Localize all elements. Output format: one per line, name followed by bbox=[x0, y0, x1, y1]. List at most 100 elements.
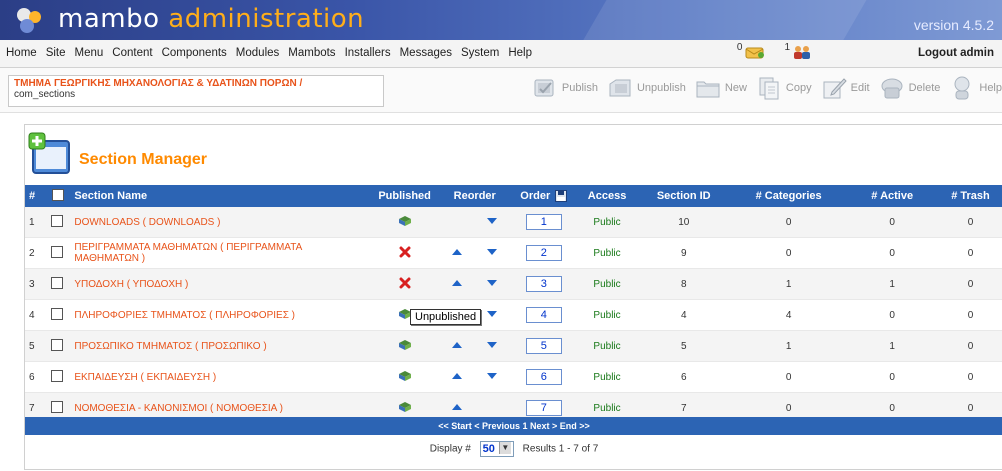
app-title-main: mambo bbox=[58, 4, 160, 34]
access-link[interactable]: Public bbox=[593, 372, 620, 383]
order-input[interactable]: 3 bbox=[525, 276, 562, 292]
published-icon[interactable] bbox=[398, 215, 412, 230]
menu-item-home[interactable]: Home bbox=[6, 47, 37, 59]
row-checkbox[interactable] bbox=[50, 369, 63, 382]
row-checkbox[interactable] bbox=[50, 307, 63, 320]
row-checkbox[interactable] bbox=[50, 214, 63, 227]
section-name-link[interactable]: DOWNLOADS ( DOWNLOADS ) bbox=[74, 217, 220, 228]
menu-item-help[interactable]: Help bbox=[508, 47, 532, 59]
section-name-link[interactable]: ΠΛΗΡΟΦΟΡΙΕΣ ΤΜΗΜΑΤΟΣ ( ΠΛΗΡΟΦΟΡΙΕΣ ) bbox=[74, 310, 295, 321]
move-down-icon[interactable] bbox=[486, 341, 498, 352]
menu-item-site[interactable]: Site bbox=[46, 47, 66, 59]
move-up-icon[interactable] bbox=[451, 403, 463, 414]
row-checkbox-cell[interactable] bbox=[46, 330, 71, 362]
published-cell[interactable] bbox=[369, 330, 440, 362]
row-checkbox-cell[interactable] bbox=[46, 237, 71, 269]
menu-item-messages[interactable]: Messages bbox=[400, 47, 452, 59]
access-link[interactable]: Public bbox=[593, 217, 620, 228]
breadcrumb-component: com_sections bbox=[14, 89, 76, 100]
published-cell[interactable] bbox=[369, 268, 440, 300]
reorder-down-cell[interactable] bbox=[474, 330, 511, 362]
order-input[interactable]: 5 bbox=[525, 338, 562, 354]
row-checkbox[interactable] bbox=[50, 276, 63, 289]
reorder-up-cell[interactable] bbox=[439, 361, 475, 393]
save-order-icon[interactable] bbox=[555, 190, 568, 203]
access-link[interactable]: Public bbox=[593, 341, 620, 352]
move-down-icon[interactable] bbox=[486, 372, 498, 383]
published-cell[interactable] bbox=[369, 361, 440, 393]
unpublished-icon[interactable] bbox=[399, 277, 411, 292]
published-icon[interactable] bbox=[398, 339, 412, 354]
row-checkbox-cell[interactable] bbox=[46, 361, 71, 393]
col-section-name[interactable]: Section Name bbox=[70, 185, 370, 207]
row-checkbox[interactable] bbox=[50, 400, 63, 413]
copy-button[interactable]: Copy bbox=[755, 74, 812, 102]
unpublish-button[interactable]: Unpublish bbox=[606, 74, 686, 102]
order-input[interactable]: 2 bbox=[525, 245, 562, 261]
move-up-icon[interactable] bbox=[451, 372, 463, 383]
move-down-icon[interactable] bbox=[486, 279, 498, 290]
move-down-icon[interactable] bbox=[486, 248, 498, 259]
unpublished-icon[interactable] bbox=[399, 246, 411, 261]
col-published[interactable]: Published bbox=[369, 185, 440, 207]
section-name-link[interactable]: ΠΡΟΣΩΠΙΚΟ ΤΜΗΜΑΤΟΣ ( ΠΡΟΣΩΠΙΚΟ ) bbox=[74, 341, 266, 352]
col-select-all[interactable] bbox=[46, 185, 71, 207]
reorder-up-cell[interactable] bbox=[439, 330, 475, 362]
menu-item-menu[interactable]: Menu bbox=[75, 47, 104, 59]
access-link[interactable]: Public bbox=[593, 248, 620, 259]
access-link[interactable]: Public bbox=[593, 310, 620, 321]
move-up-icon[interactable] bbox=[451, 279, 463, 290]
move-up-icon[interactable] bbox=[451, 341, 463, 352]
order-input[interactable]: 7 bbox=[525, 400, 562, 416]
publish-button[interactable]: Publish bbox=[531, 74, 598, 102]
select-all-checkbox[interactable] bbox=[52, 188, 65, 201]
row-checkbox-cell[interactable] bbox=[46, 299, 71, 331]
messages-indicator[interactable]: 0 bbox=[737, 42, 767, 60]
row-checkbox-cell[interactable] bbox=[46, 268, 71, 300]
logout-link[interactable]: Logout admin bbox=[918, 47, 994, 59]
row-checkbox[interactable] bbox=[50, 338, 63, 351]
display-limit-select[interactable]: 50 ▼ bbox=[479, 441, 514, 457]
menu-item-content[interactable]: Content bbox=[112, 47, 152, 59]
menu-item-installers[interactable]: Installers bbox=[345, 47, 391, 59]
published-icon[interactable] bbox=[398, 401, 412, 416]
breadcrumb-site[interactable]: ΤΜΗΜΑ ΓΕΩΡΓΙΚΗΣ ΜΗΧΑΝΟΛΟΓΙΑΣ & ΥΔΑΤΙΝΩΝ … bbox=[14, 78, 378, 89]
reorder-down-cell[interactable] bbox=[474, 207, 511, 238]
menu-item-components[interactable]: Components bbox=[162, 47, 227, 59]
published-cell[interactable] bbox=[369, 207, 440, 238]
col-section-id[interactable]: Section ID bbox=[636, 185, 731, 207]
access-link[interactable]: Public bbox=[593, 403, 620, 414]
section-name-link[interactable]: ΠΕΡΙΓΡΑΜΜΑΤΑ ΜΑΘΗΜΑΤΩΝ ( ΠΕΡΙΓΡΑΜΜΑΤΑ ΜΑ… bbox=[74, 242, 301, 264]
menu-item-system[interactable]: System bbox=[461, 47, 499, 59]
row-checkbox[interactable] bbox=[50, 245, 63, 258]
section-name-link[interactable]: ΕΚΠΑΙΔΕΥΣΗ ( ΕΚΠΑΙΔΕΥΣΗ ) bbox=[74, 372, 216, 383]
delete-button[interactable]: Delete bbox=[878, 74, 940, 102]
move-down-icon[interactable] bbox=[486, 310, 498, 321]
edit-label: Edit bbox=[850, 82, 870, 94]
reorder-down-cell[interactable] bbox=[474, 268, 511, 300]
section-name-link[interactable]: ΝΟΜΟΘΕΣΙΑ - ΚΑΝΟΝΙΣΜΟΙ ( ΝΟΜΟΘΕΣΙΑ ) bbox=[74, 403, 283, 414]
edit-button[interactable]: Edit bbox=[820, 74, 870, 102]
order-input[interactable]: 1 bbox=[525, 214, 562, 230]
reorder-up-cell[interactable] bbox=[439, 268, 475, 300]
pagination-bar[interactable]: << Start < Previous 1 Next > End >> bbox=[25, 417, 1002, 435]
published-cell[interactable] bbox=[369, 237, 440, 269]
access-link[interactable]: Public bbox=[593, 279, 620, 290]
section-name-link[interactable]: ΥΠΟΔΟΧΗ ( ΥΠΟΔΟΧΗ ) bbox=[74, 279, 188, 290]
row-checkbox-cell[interactable] bbox=[46, 207, 71, 238]
reorder-down-cell[interactable] bbox=[474, 361, 511, 393]
reorder-down-cell[interactable] bbox=[474, 237, 511, 269]
menu-item-modules[interactable]: Modules bbox=[236, 47, 279, 59]
move-down-icon[interactable] bbox=[486, 217, 498, 228]
col-access[interactable]: Access bbox=[577, 185, 637, 207]
new-button[interactable]: New bbox=[694, 74, 747, 102]
order-input[interactable]: 4 bbox=[525, 307, 562, 323]
order-input[interactable]: 6 bbox=[525, 369, 562, 385]
online-users-indicator[interactable]: 1 bbox=[784, 42, 812, 60]
menu-item-mambots[interactable]: Mambots bbox=[288, 47, 335, 59]
categories-count: 0 bbox=[730, 207, 847, 238]
move-up-icon[interactable] bbox=[451, 248, 463, 259]
reorder-up-cell[interactable] bbox=[439, 237, 475, 269]
published-icon[interactable] bbox=[398, 370, 412, 385]
help-button[interactable]: Help bbox=[948, 74, 1002, 102]
